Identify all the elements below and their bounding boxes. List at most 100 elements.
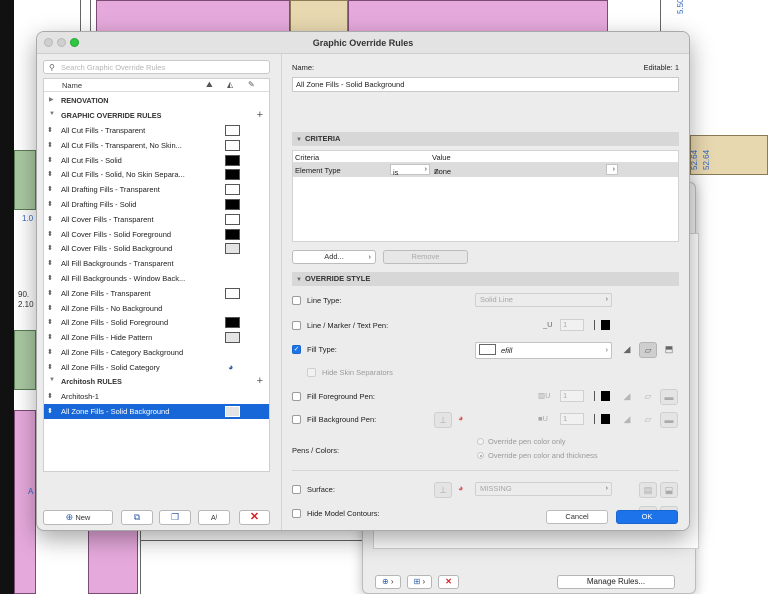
line-pen-number[interactable]: 1 — [560, 319, 584, 331]
fill-foreground-color-swatch[interactable] — [594, 391, 610, 401]
fill-background-pen-number[interactable]: 1 — [560, 413, 584, 425]
rule-list-item[interactable]: ⬍ All Fill Backgrounds - Transparent — [44, 256, 269, 271]
fill-foreground-pen-number[interactable]: 1 — [560, 390, 584, 402]
fill-background-color-swatch[interactable] — [594, 414, 610, 424]
fill-drafting-icon[interactable]: ◢ — [618, 389, 636, 405]
ok-button[interactable]: OK — [616, 510, 678, 524]
drag-handle-icon[interactable]: ⬍ — [47, 141, 53, 149]
rule-list-item[interactable]: ⬍ All Drafting Fills - Solid — [44, 197, 269, 212]
remove-criteria-button[interactable]: Remove — [383, 250, 468, 264]
hide-contours-checkbox[interactable] — [292, 509, 301, 518]
fill-cover-icon[interactable]: ▱ — [639, 412, 657, 428]
rule-list-item[interactable]: ⬍ All Cut Fills - Transparent, No Skin... — [44, 138, 269, 153]
search-input[interactable] — [61, 62, 261, 72]
rule-name-input[interactable] — [292, 77, 679, 92]
drag-handle-icon[interactable]: ⬍ — [47, 156, 53, 164]
rule-list-item[interactable]: ⬍ All Zone Fills - Hide Pattern — [44, 330, 269, 345]
radio-color-only[interactable] — [477, 438, 484, 445]
drag-handle-icon[interactable]: ⬍ — [47, 304, 53, 312]
pen-picker-icon[interactable]: ⊥ — [434, 412, 452, 428]
group-graphic-override-rules[interactable]: ▼ GRAPHIC OVERRIDE RULES + — [44, 108, 269, 123]
drag-handle-icon[interactable]: ⬍ — [47, 363, 53, 371]
delete-rule-button[interactable]: ✕ — [239, 510, 270, 525]
fill-drafting-icon[interactable]: ◢ — [618, 412, 636, 428]
fill-cover-icon[interactable]: ▱ — [639, 389, 657, 405]
drag-handle-icon[interactable]: ⬍ — [47, 170, 53, 178]
add-rule-icon[interactable]: + — [257, 109, 263, 121]
duplicate-rule-button[interactable]: ❐ — [159, 510, 191, 525]
drag-handle-icon[interactable]: ⬍ — [47, 407, 53, 415]
fill-cover-icon[interactable]: ▱ — [639, 342, 657, 358]
rule-list-item[interactable]: ⬍ All Zone Fills - Solid Background — [44, 403, 269, 419]
drag-handle-icon[interactable]: ⬍ — [47, 126, 53, 134]
operator-select[interactable]: is › — [390, 164, 430, 177]
drag-handle-icon[interactable]: ⬍ — [47, 259, 53, 267]
rule-list-item[interactable]: ⬍ All Zone Fills - No Background — [44, 301, 269, 316]
drag-handle-icon[interactable]: ⬍ — [47, 333, 53, 341]
fill-type-checkbox[interactable]: ✓ — [292, 345, 301, 354]
drag-handle-icon[interactable]: ⬍ — [47, 289, 53, 297]
import-rules-button[interactable]: ⧉ — [121, 510, 153, 525]
add-criteria-button[interactable]: Add... › — [292, 250, 376, 264]
hide-skin-checkbox[interactable] — [307, 368, 316, 377]
rule-list-item[interactable]: ⬍ Architosh-1 — [44, 389, 269, 404]
drag-handle-icon[interactable]: ⬍ — [47, 200, 53, 208]
override-style-section-header[interactable]: ▼ OVERRIDE STYLE — [292, 272, 679, 286]
rename-rule-button[interactable]: Aᴵ — [198, 510, 230, 525]
rule-list-item[interactable]: ⬍ All Cover Fills - Solid Background — [44, 241, 269, 256]
rule-list-item[interactable]: ⬍ All Zone Fills - Category Background — [44, 345, 269, 360]
surface-picker-icon[interactable]: ⊥ — [434, 482, 452, 498]
drag-handle-icon[interactable]: ⬍ — [47, 318, 53, 326]
rule-list-item[interactable]: ⬍ All Cut Fills - Transparent — [44, 123, 269, 138]
line-type-select[interactable]: Solid Line › — [475, 293, 612, 307]
fill-cut-icon[interactable]: ⬒ — [660, 342, 678, 358]
rule-list-item[interactable]: ⬍ All Cover Fills - Solid Foreground — [44, 227, 269, 242]
value-select[interactable]: ⧈ Zone — [432, 164, 618, 176]
radio-color-thickness[interactable] — [477, 452, 484, 459]
rule-list-item[interactable]: ⬍ All Fill Backgrounds - Window Back... — [44, 271, 269, 286]
fill-cut-icon[interactable]: ▬ — [660, 389, 678, 405]
line-pen-checkbox[interactable] — [292, 321, 301, 330]
fill-cut-icon[interactable]: ▬ — [660, 412, 678, 428]
rule-list-item[interactable]: ⬍ All Zone Fills - Solid Foreground — [44, 315, 269, 330]
color-wheel-icon[interactable]: ◕ — [458, 413, 463, 423]
secondary-delete-button[interactable]: ✕ — [438, 575, 459, 589]
cancel-button[interactable]: Cancel — [546, 510, 608, 524]
fill-swatch — [225, 154, 240, 166]
rule-list-item[interactable]: ⬍ All Drafting Fills - Transparent — [44, 182, 269, 197]
drag-handle-icon[interactable]: ⬍ — [47, 244, 53, 252]
fill-background-checkbox[interactable] — [292, 415, 301, 424]
drag-handle-icon[interactable]: ⬍ — [47, 274, 53, 282]
rule-label: All Cover Fills - Solid Foreground — [61, 229, 172, 239]
line-pen-color-swatch[interactable] — [594, 320, 610, 330]
rule-list-item[interactable]: ⬍ All Cut Fills - Solid — [44, 153, 269, 168]
rule-list-item[interactable]: ⬍ All Cut Fills - Solid, No Skin Separa..… — [44, 167, 269, 182]
drag-handle-icon[interactable]: ⬍ — [47, 185, 53, 193]
secondary-import-button[interactable]: ⊞ › — [406, 575, 433, 589]
surface-select[interactable]: MISSING › — [475, 482, 612, 496]
group-architosh-rules[interactable]: ▼ Architosh RULES + — [44, 374, 269, 389]
fill-drafting-icon[interactable]: ◢ — [618, 342, 636, 358]
drag-handle-icon[interactable]: ⬍ — [47, 348, 53, 356]
fill-type-select[interactable]: efill › — [475, 342, 612, 359]
group-renovation[interactable]: ▶ RENOVATION — [44, 93, 269, 108]
rule-list-item[interactable]: ⬍ All Cover Fills - Transparent — [44, 212, 269, 227]
new-rule-button[interactable]: ⊕ New — [43, 510, 113, 525]
drag-handle-icon[interactable]: ⬍ — [47, 230, 53, 238]
criteria-row[interactable]: Element Type is › ⧈ Zone › — [293, 163, 678, 177]
rule-list-item[interactable]: ⬍ All Zone Fills - Solid Category ◕ — [44, 360, 269, 375]
fill-foreground-checkbox[interactable] — [292, 392, 301, 401]
value-select-chevron[interactable]: › — [606, 164, 618, 175]
secondary-add-button[interactable]: ⊕ › — [375, 575, 401, 589]
rule-list-item[interactable]: ⬍ All Zone Fills - Transparent — [44, 286, 269, 301]
criteria-section-header[interactable]: ▼ CRITERIA — [292, 132, 679, 146]
drag-handle-icon[interactable]: ⬍ — [47, 392, 53, 400]
drag-handle-icon[interactable]: ⬍ — [47, 215, 53, 223]
surface-checkbox[interactable] — [292, 485, 301, 494]
line-type-checkbox[interactable] — [292, 296, 301, 305]
manage-rules-button[interactable]: Manage Rules... — [557, 575, 675, 589]
add-rule-icon[interactable]: + — [257, 375, 263, 387]
color-wheel-icon[interactable]: ◕ — [458, 483, 463, 493]
surface-option-icon-2[interactable]: ⬓ — [660, 482, 678, 498]
surface-option-icon[interactable]: ▤ — [639, 482, 657, 498]
